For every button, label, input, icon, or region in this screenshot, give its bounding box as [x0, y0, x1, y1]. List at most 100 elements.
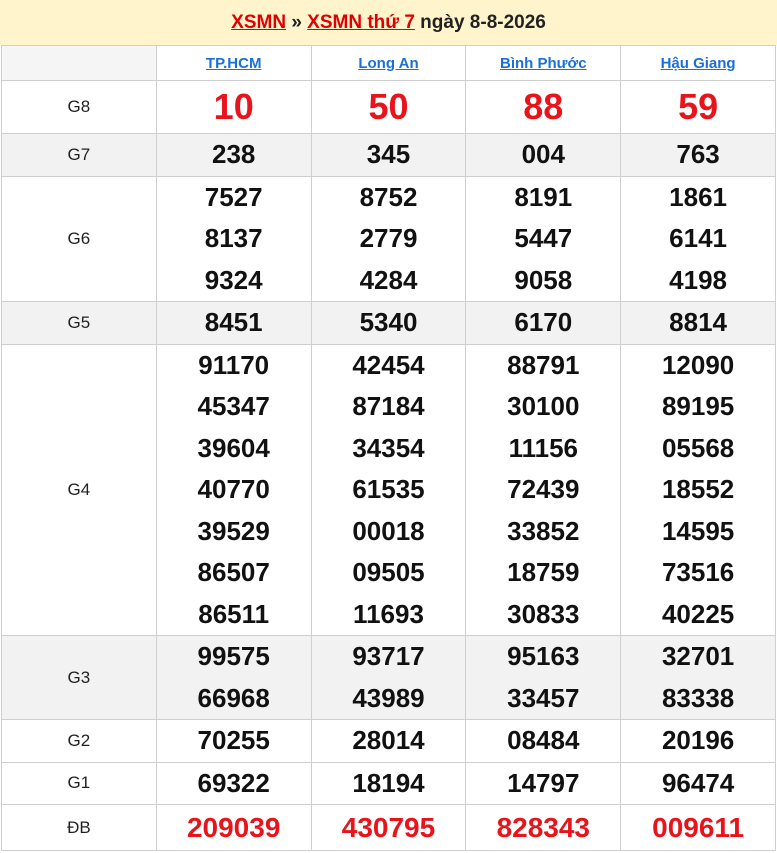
prize-cell: 93717 43989	[310, 635, 467, 720]
prize-number: 40225	[661, 598, 735, 629]
prize-number: 89195	[661, 391, 735, 421]
prize-label: G1	[1, 761, 157, 805]
prize-number: 14797	[507, 767, 580, 798]
prize-number: 59	[678, 86, 719, 127]
prize-cell: 763	[620, 133, 776, 177]
prize-number: 18759	[507, 557, 580, 587]
xsmn-saturday-link[interactable]: XSMN thứ 7	[307, 12, 415, 33]
prize-number: 4198	[669, 264, 728, 295]
prize-number: 45347	[197, 391, 270, 421]
prize-label: G4	[1, 343, 157, 636]
prize-number: 1861	[669, 181, 728, 212]
prize-number: 69322	[197, 767, 270, 798]
prize-label: G6	[1, 175, 157, 302]
prize-number: 763	[676, 139, 720, 169]
prize-number: 14595	[661, 515, 735, 546]
prize-row: G6 7527 8137 9324 8752 2779 4284 8191 5447 9058 18…	[1, 175, 776, 302]
prize-number: 66968	[197, 682, 270, 713]
prize-cell: 009611	[620, 804, 776, 851]
prize-number: 95163	[507, 641, 580, 671]
prize-number: 88	[523, 86, 564, 127]
prize-number: 39529	[197, 515, 270, 546]
prize-cell: 8814	[620, 301, 776, 345]
prize-number: 00018	[352, 515, 425, 546]
prize-cell: 91170 45347 39604 40770 39529 86507 86511	[155, 343, 312, 636]
prize-number: 86511	[198, 598, 270, 629]
province-link-long-an[interactable]: Long An	[358, 55, 418, 72]
prize-cell: 8752 2779 4284	[310, 175, 467, 302]
prize-number: 33457	[507, 682, 580, 713]
prize-cell: 1861 6141 4198	[620, 175, 776, 302]
prize-cell: 8451	[155, 301, 312, 345]
prize-label: G3	[1, 635, 157, 720]
prize-number: 86507	[197, 557, 270, 587]
prize-number: 40770	[197, 474, 270, 504]
prize-number: 18194	[352, 767, 425, 798]
prize-number: 8752	[359, 181, 418, 212]
prize-number: 8137	[204, 223, 263, 253]
prize-cell: 20196	[620, 719, 776, 763]
prize-number: 5447	[514, 223, 573, 253]
prize-number: 345	[366, 139, 411, 169]
prize-cell: 004	[465, 133, 622, 177]
header-corner	[1, 45, 157, 81]
prize-cell: 88	[465, 80, 622, 134]
prize-cell: 99575 66968	[155, 635, 312, 720]
prize-number: 39604	[197, 432, 270, 463]
prize-row: G4 91170 45347 39604 40770 39529 86507 86511 424…	[1, 343, 776, 636]
prize-number: 9324	[204, 264, 263, 295]
prize-number: 8451	[204, 307, 263, 337]
prize-number: 61535	[352, 474, 425, 504]
prize-cell: 5340	[310, 301, 467, 345]
prize-cell: 14797	[465, 761, 622, 805]
prize-row: G3 99575 66968 93717 43989 95163 33457 32701 833…	[1, 635, 776, 720]
prize-cell: 32701 83338	[620, 635, 776, 720]
prize-number: 33852	[507, 515, 580, 546]
draw-date: ngày 8-8-2026	[414, 12, 546, 33]
province-header-row: TP.HCM Long An Bình Phước Hậu Giang	[1, 45, 776, 81]
prize-cell: 18194	[310, 761, 467, 805]
prize-cell: 69322	[155, 761, 312, 805]
prize-number: 73516	[661, 557, 735, 587]
prize-number: 9058	[514, 264, 573, 295]
province-header: Hậu Giang	[620, 45, 776, 81]
prize-cell: 08484	[465, 719, 622, 763]
prize-row: ĐB 209039 430795 828343 009611	[1, 804, 776, 851]
prize-cell: 59	[620, 80, 776, 134]
prize-row: G5 8451 5340 6170 8814	[1, 301, 776, 345]
prize-number: 5340	[359, 307, 418, 337]
prize-number: 11156	[508, 432, 578, 463]
prize-number: 2779	[359, 223, 418, 253]
prize-number: 88791	[507, 349, 580, 380]
prize-number: 30100	[507, 391, 580, 421]
prize-number: 004	[521, 139, 565, 169]
results-table: TP.HCM Long An Bình Phước Hậu Giang G8 10…	[1, 45, 776, 851]
prize-cell: 42454 87184 34354 61535 00018 09505 11693	[310, 343, 467, 636]
province-header: Long An	[310, 45, 467, 81]
prize-cell: 96474	[620, 761, 776, 805]
prize-cell: 7527 8137 9324	[155, 175, 312, 302]
prize-row: G1 69322 18194 14797 96474	[1, 761, 776, 805]
prize-number: 05568	[661, 432, 735, 463]
breadcrumb-separator: »	[286, 12, 308, 33]
province-link-tphcm[interactable]: TP.HCM	[206, 55, 262, 72]
prize-number: 72439	[507, 474, 580, 504]
prize-cell: 345	[310, 133, 467, 177]
prize-number: 34354	[352, 432, 425, 463]
province-link-binh-phuoc[interactable]: Bình Phước	[500, 55, 587, 72]
prize-number: 28014	[352, 725, 425, 755]
prize-cell: 70255	[155, 719, 312, 763]
prize-number: 87184	[352, 391, 425, 421]
prize-cell: 88791 30100 11156 72439 33852 18759 30833	[465, 343, 622, 636]
prize-cell: 430795	[310, 804, 467, 851]
prize-cell: 28014	[310, 719, 467, 763]
prize-number: 70255	[197, 725, 270, 755]
prize-cell: 209039	[155, 804, 312, 851]
xsmn-link[interactable]: XSMN	[231, 12, 286, 33]
province-link-hau-giang[interactable]: Hậu Giang	[661, 55, 736, 72]
prize-number: 30833	[507, 598, 580, 629]
prize-number: 32701	[661, 641, 735, 671]
prize-number: 209039	[186, 812, 281, 843]
prize-number: 6141	[669, 223, 728, 253]
prize-label: G2	[1, 719, 157, 763]
